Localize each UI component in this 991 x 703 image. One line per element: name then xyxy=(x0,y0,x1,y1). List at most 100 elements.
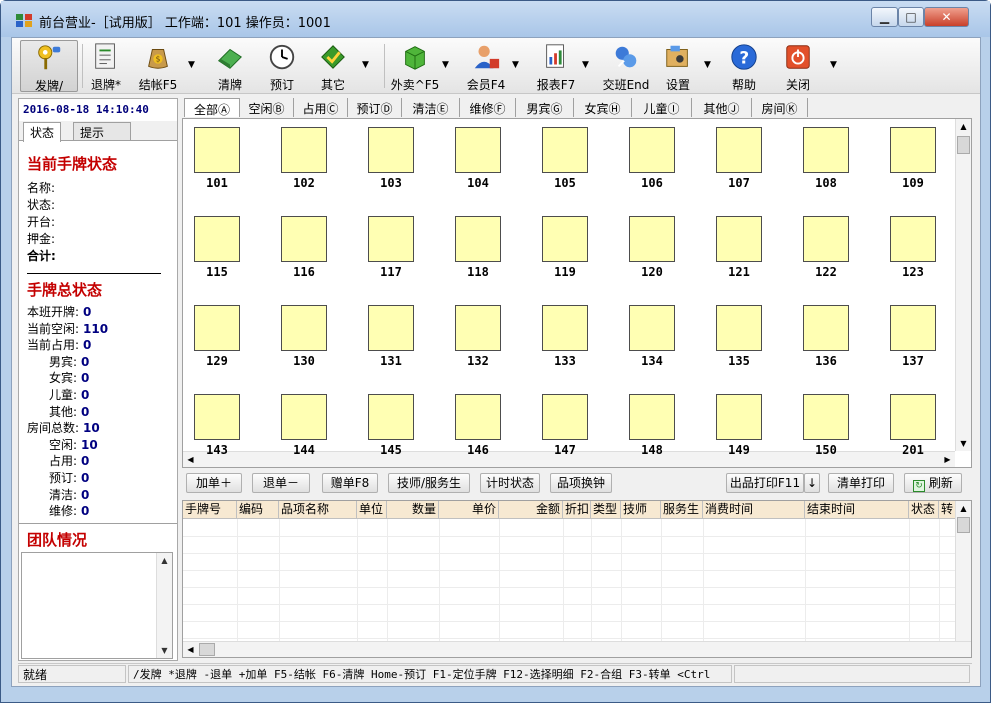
room-tab[interactable]: 房间Ⓚ xyxy=(752,98,808,117)
room-tile[interactable]: 122 xyxy=(796,216,856,288)
room-tile[interactable]: 130 xyxy=(274,305,334,377)
table-scrollbar-v[interactable]: ▲ xyxy=(955,501,971,641)
toolbar-clear-button[interactable]: 清牌 xyxy=(208,40,252,92)
clear-print-button[interactable]: 清单打印 xyxy=(828,473,894,493)
chevron-down-icon[interactable]: ▼ xyxy=(830,60,837,70)
toolbar-member-button[interactable]: 会员F4 xyxy=(458,40,514,92)
room-tab[interactable]: 预订Ⓓ xyxy=(348,98,402,117)
timer-status-button[interactable]: 计时状态 xyxy=(480,473,540,493)
room-tile[interactable]: 143 xyxy=(187,394,247,466)
scroll-down-icon[interactable]: ▼ xyxy=(157,643,172,658)
room-tile[interactable]: 105 xyxy=(535,127,595,199)
room-tile[interactable]: 118 xyxy=(448,216,508,288)
column-header[interactable]: 金额 xyxy=(499,501,563,519)
room-tile[interactable]: 147 xyxy=(535,394,595,466)
room-grid-scrollbar-v[interactable]: ▲ ▼ xyxy=(955,119,971,451)
toolbar-checkout-button[interactable]: $ 结帐F5 xyxy=(130,40,186,92)
room-tile[interactable]: 150 xyxy=(796,394,856,466)
table-scrollbar-h[interactable]: ◀ xyxy=(183,641,971,657)
maximize-button[interactable]: □ xyxy=(898,7,924,27)
column-header[interactable]: 折扣 xyxy=(563,501,591,519)
toolbar-report-button[interactable]: 报表F7 xyxy=(528,40,584,92)
column-header[interactable]: 状态 xyxy=(909,501,939,519)
column-header[interactable]: 消费时间 xyxy=(703,501,805,519)
room-tile[interactable]: 149 xyxy=(709,394,769,466)
tab-hint[interactable]: 提示 xyxy=(73,122,131,140)
room-tile[interactable]: 148 xyxy=(622,394,682,466)
room-tile[interactable]: 119 xyxy=(535,216,595,288)
chevron-down-icon[interactable]: ▼ xyxy=(442,60,449,70)
room-tile[interactable]: 104 xyxy=(448,127,508,199)
room-tab[interactable]: 清洁Ⓔ xyxy=(402,98,460,117)
room-tile[interactable]: 145 xyxy=(361,394,421,466)
chevron-down-icon[interactable]: ▼ xyxy=(188,60,195,70)
add-order-button[interactable]: 加单＋ xyxy=(186,473,242,493)
room-tile[interactable]: 132 xyxy=(448,305,508,377)
print-dropdown-button[interactable]: ↓ xyxy=(804,473,820,493)
room-tab[interactable]: 占用Ⓒ xyxy=(294,98,348,117)
room-tab[interactable]: 全部Ⓐ xyxy=(184,98,240,117)
column-header[interactable]: 技师 xyxy=(621,501,661,519)
room-tile[interactable]: 120 xyxy=(622,216,682,288)
toolbar-takeout-button[interactable]: 外卖^F5 xyxy=(382,40,448,92)
room-tab[interactable]: 男宾Ⓖ xyxy=(516,98,574,117)
team-list[interactable]: ▲ ▼ xyxy=(21,552,173,659)
tech-service-button[interactable]: 技师/服务生 xyxy=(388,473,470,493)
refresh-button[interactable]: ↻ 刷新 xyxy=(904,473,962,493)
column-header[interactable]: 服务生 xyxy=(661,501,703,519)
close-window-button[interactable]: ✕ xyxy=(924,7,969,27)
room-tile[interactable]: 103 xyxy=(361,127,421,199)
scroll-down-icon[interactable]: ▼ xyxy=(956,436,971,451)
column-header[interactable]: 数量 xyxy=(387,501,439,519)
room-tile[interactable]: 129 xyxy=(187,305,247,377)
room-tile[interactable]: 102 xyxy=(274,127,334,199)
chevron-down-icon[interactable]: ▼ xyxy=(512,60,519,70)
scroll-up-icon[interactable]: ▲ xyxy=(956,119,971,134)
room-tile[interactable]: 136 xyxy=(796,305,856,377)
room-tile[interactable]: 117 xyxy=(361,216,421,288)
toolbar-return-button[interactable]: 退牌* xyxy=(86,40,126,92)
room-tile[interactable]: 108 xyxy=(796,127,856,199)
minimize-button[interactable]: ▁ xyxy=(871,7,898,27)
column-header[interactable]: 单价 xyxy=(439,501,499,519)
scroll-thumb[interactable] xyxy=(957,136,970,154)
toolbar-shift-button[interactable]: 交班End xyxy=(596,40,656,92)
scroll-left-icon[interactable]: ◀ xyxy=(183,642,198,657)
room-tile[interactable]: 201 xyxy=(883,394,943,466)
room-tile[interactable]: 121 xyxy=(709,216,769,288)
room-tile[interactable]: 146 xyxy=(448,394,508,466)
column-header[interactable]: 编码 xyxy=(237,501,279,519)
column-header[interactable]: 手牌号 xyxy=(183,501,237,519)
room-tile[interactable]: 123 xyxy=(883,216,943,288)
column-header[interactable]: 品项名称 xyxy=(279,501,357,519)
room-tab[interactable]: 女宾Ⓗ xyxy=(574,98,632,117)
swap-item-button[interactable]: 品项换钟 xyxy=(550,473,612,493)
print-order-button[interactable]: 出品打印F11 xyxy=(726,473,804,493)
room-tile[interactable]: 144 xyxy=(274,394,334,466)
room-tile[interactable]: 134 xyxy=(622,305,682,377)
column-header[interactable]: 类型 xyxy=(591,501,621,519)
scroll-up-icon[interactable]: ▲ xyxy=(157,553,172,568)
room-tile[interactable]: 116 xyxy=(274,216,334,288)
room-tile[interactable]: 115 xyxy=(187,216,247,288)
room-tile[interactable]: 109 xyxy=(883,127,943,199)
scroll-thumb[interactable] xyxy=(957,517,970,533)
room-tile[interactable]: 135 xyxy=(709,305,769,377)
chevron-down-icon[interactable]: ▼ xyxy=(362,60,369,70)
toolbar-other-button[interactable]: 其它 xyxy=(310,40,356,92)
chevron-down-icon[interactable]: ▼ xyxy=(704,60,711,70)
room-tile[interactable]: 131 xyxy=(361,305,421,377)
scroll-up-icon[interactable]: ▲ xyxy=(956,501,971,516)
room-tab[interactable]: 其他Ⓙ xyxy=(692,98,752,117)
column-header[interactable]: 单位 xyxy=(357,501,387,519)
toolbar-reserve-button[interactable]: 预订 xyxy=(262,40,302,92)
room-tile[interactable]: 107 xyxy=(709,127,769,199)
room-tab[interactable]: 空闲Ⓑ xyxy=(240,98,294,117)
column-header[interactable]: 结束时间 xyxy=(805,501,909,519)
chevron-down-icon[interactable]: ▼ xyxy=(582,60,589,70)
room-tile[interactable]: 137 xyxy=(883,305,943,377)
toolbar-issue-button[interactable]: 发牌/ xyxy=(20,40,78,93)
tab-status[interactable]: 状态 xyxy=(23,122,62,142)
toolbar-settings-button[interactable]: 设置 xyxy=(656,40,700,92)
remove-order-button[interactable]: 退单－ xyxy=(252,473,310,493)
